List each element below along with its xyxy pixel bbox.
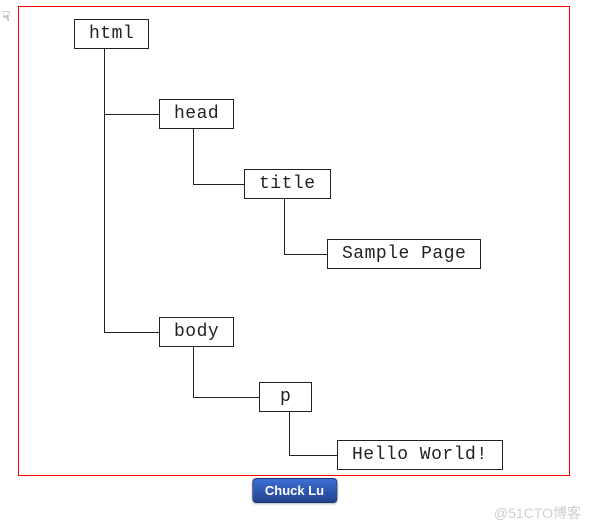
node-label: html (89, 24, 134, 44)
node-body: body (159, 317, 234, 347)
node-label: Hello World! (352, 445, 488, 465)
connector (104, 332, 159, 333)
hand-cursor-icon: ☟ (2, 9, 10, 26)
connector (289, 455, 337, 456)
node-label: title (259, 174, 316, 194)
node-title: title (244, 169, 331, 199)
connector (193, 347, 194, 397)
node-label: head (174, 104, 219, 124)
author-chip-label: Chuck Lu (265, 483, 324, 498)
node-html: html (74, 19, 149, 49)
node-hello-world: Hello World! (337, 440, 503, 470)
connector (104, 49, 105, 333)
node-label: p (280, 387, 291, 407)
connector (193, 397, 259, 398)
node-p: p (259, 382, 312, 412)
connector (284, 199, 285, 255)
node-label: Sample Page (342, 244, 466, 264)
node-label: body (174, 322, 219, 342)
connector (104, 114, 159, 115)
dom-tree-diagram: html head title Sample Page body p Hello… (18, 6, 570, 476)
watermark-text: @51CTO博客 (494, 503, 581, 523)
connector (289, 412, 290, 455)
node-sample-page: Sample Page (327, 239, 481, 269)
screenshot-canvas: ☟ html head title Sample Page body p Hel… (0, 0, 589, 527)
connector (193, 129, 194, 185)
node-head: head (159, 99, 234, 129)
connector (193, 184, 244, 185)
author-chip[interactable]: Chuck Lu (252, 478, 337, 503)
connector (284, 254, 327, 255)
